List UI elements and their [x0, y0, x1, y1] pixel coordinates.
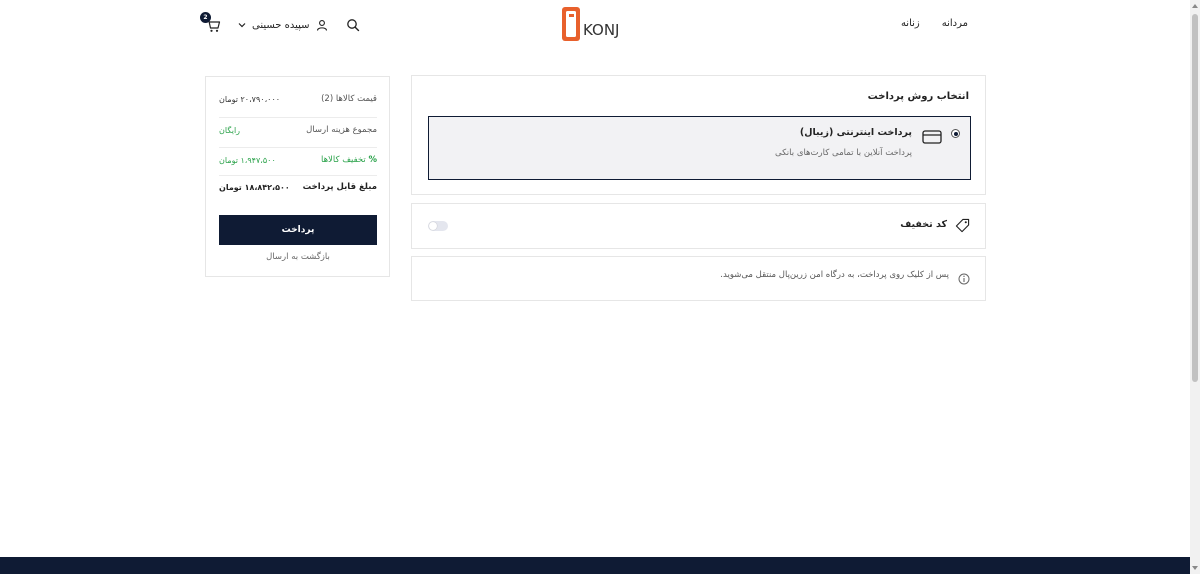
main-nav: مردانه زنانه	[901, 18, 968, 29]
payment-option-title: پرداخت اینترنتی (زیبال)	[799, 127, 912, 138]
shipping-value: رایگان	[219, 125, 241, 135]
discount-code-toggle[interactable]	[428, 221, 448, 231]
site-header: مردانه زنانه KONJ 2 سپیده حسینی	[0, 0, 1190, 52]
payment-info-text: پس از کلیک روی پرداخت، به درگاه امن زرین…	[720, 270, 949, 280]
cart-button[interactable]: 2	[200, 12, 222, 34]
nav-men[interactable]: مردانه	[942, 18, 968, 29]
divider	[219, 117, 377, 118]
discount-row: % تخفیف کالاها ۱،۹۴۷،۵۰۰ تومان	[219, 155, 377, 165]
site-footer	[0, 557, 1190, 574]
pay-button[interactable]: پرداخت	[219, 215, 377, 245]
payable-row: مبلغ قابل پرداخت ۱۸،۸۴۲،۵۰۰ تومان	[219, 182, 377, 192]
scrollbar-thumb[interactable]	[1192, 14, 1198, 382]
discount-label: تخفیف کالاها	[320, 155, 366, 165]
payment-info-card: پس از کلیک روی پرداخت، به درگاه امن زرین…	[411, 256, 986, 301]
payment-option-subtitle: پرداخت آنلاین با تمامی کارت‌های بانکی	[775, 148, 912, 158]
page-scrollbar[interactable]	[1190, 0, 1200, 574]
shipping-row: مجموع هزینه ارسال رایگان	[219, 125, 377, 135]
discount-code-card: کد تخفیف	[411, 203, 986, 249]
percent-icon: %	[368, 155, 377, 165]
discount-label-wrap: % تخفیف کالاها	[321, 155, 377, 165]
items-price-value: ۲۰،۷۹۰،۰۰۰ تومان	[219, 94, 281, 104]
shipping-label: مجموع هزینه ارسال	[306, 125, 377, 135]
info-icon	[958, 273, 970, 285]
nav-women[interactable]: زنانه	[901, 18, 920, 29]
user-name: سپیده حسینی	[252, 19, 310, 31]
payment-radio[interactable]	[951, 129, 960, 138]
cart-count-badge: 2	[200, 12, 211, 23]
user-icon	[316, 20, 327, 31]
divider	[219, 175, 377, 176]
user-menu[interactable]: سپیده حسینی	[238, 19, 328, 31]
scroll-down-arrow-icon[interactable]	[1192, 566, 1198, 570]
divider	[219, 147, 377, 148]
payment-option-zibal[interactable]: پرداخت اینترنتی (زیبال) پرداخت آنلاین با…	[428, 116, 971, 180]
payable-value: ۱۸،۸۴۲،۵۰۰ تومان	[219, 182, 290, 192]
payable-label: مبلغ قابل پرداخت	[302, 182, 377, 192]
tag-icon	[955, 218, 970, 233]
back-to-shipping-link[interactable]: بازگشت به ارسال	[219, 252, 377, 262]
order-summary: قیمت کالاها (2) ۲۰،۷۹۰،۰۰۰ تومان مجموع ه…	[205, 76, 390, 277]
items-price-row: قیمت کالاها (2) ۲۰،۷۹۰،۰۰۰ تومان	[219, 94, 377, 104]
items-price-label: قیمت کالاها (2)	[321, 94, 377, 104]
konj-logo[interactable]: KONJ	[560, 5, 632, 43]
payment-method-title: انتخاب روش پرداخت	[867, 91, 969, 102]
discount-code-label: کد تخفیف	[900, 219, 947, 230]
chevron-down-icon	[238, 23, 246, 28]
search-icon[interactable]	[346, 18, 360, 32]
payment-method-card: انتخاب روش پرداخت پرداخت اینترنتی (زیبال…	[411, 75, 986, 195]
header-actions: 2 سپیده حسینی	[200, 12, 360, 36]
discount-value: ۱،۹۴۷،۵۰۰ تومان	[219, 155, 276, 165]
logo-text: KONJ	[583, 21, 619, 39]
credit-card-icon	[922, 130, 942, 144]
scroll-up-arrow-icon[interactable]	[1192, 4, 1198, 8]
